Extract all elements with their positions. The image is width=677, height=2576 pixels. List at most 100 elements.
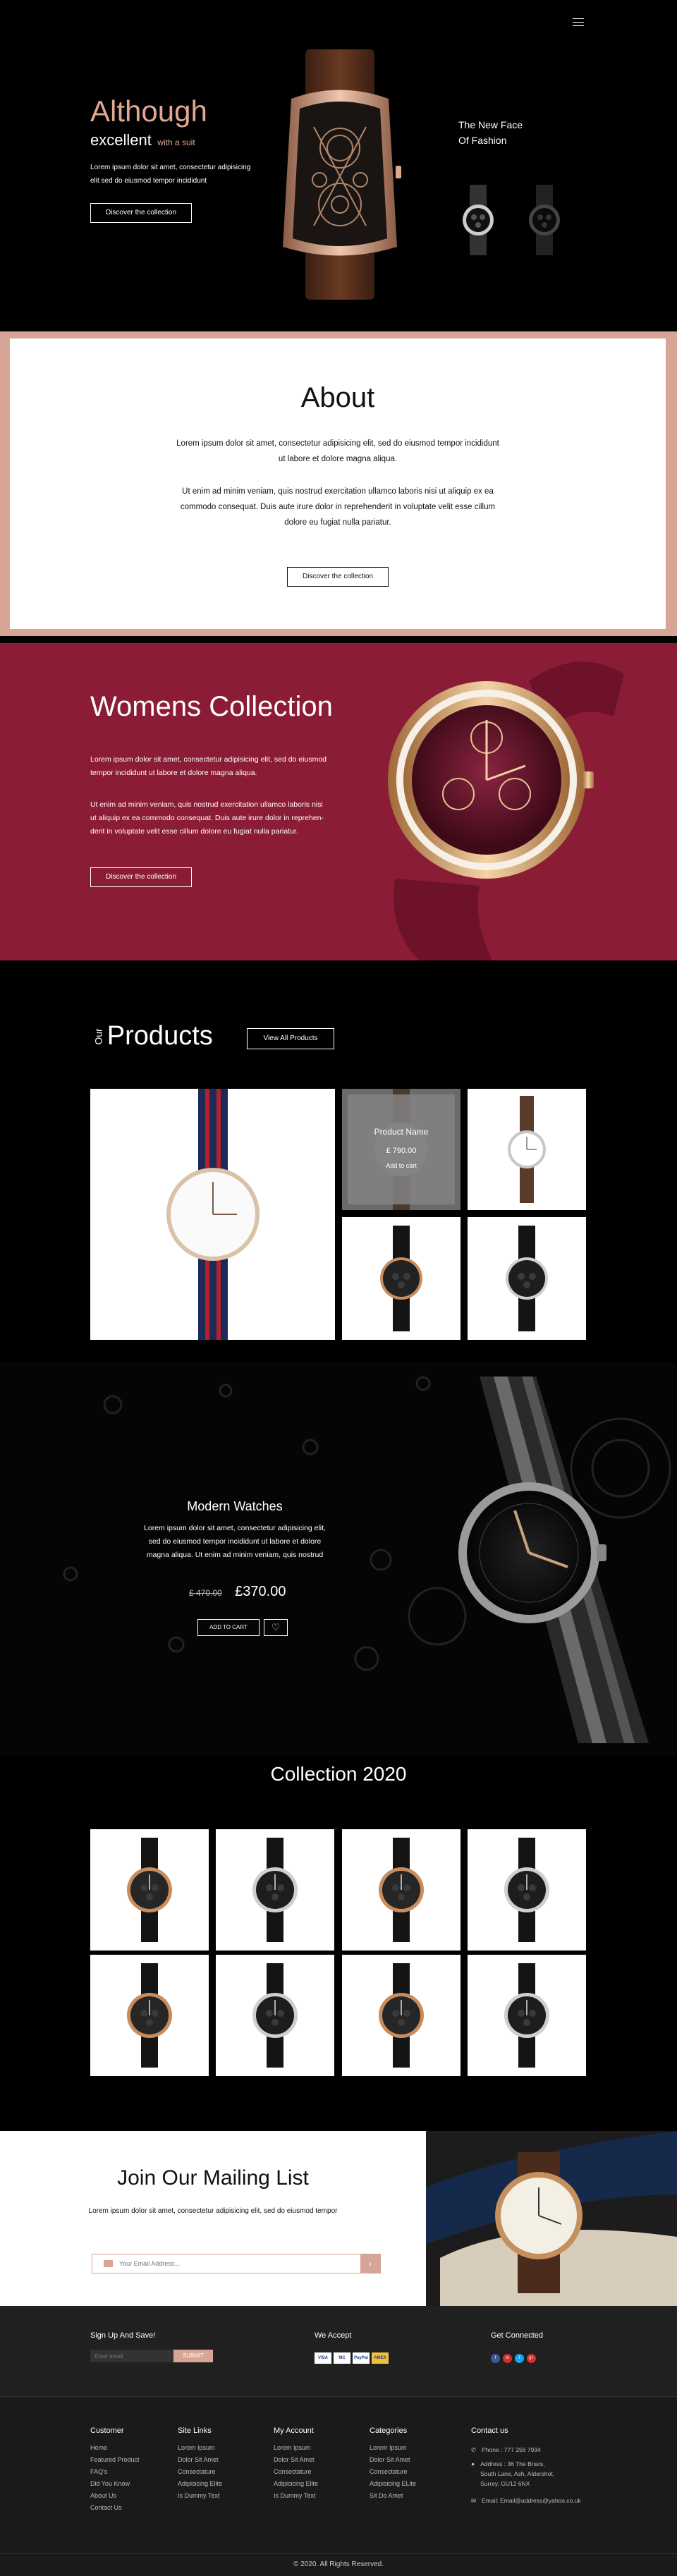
footer-link[interactable]: Dolor Sit Amet: [370, 2454, 416, 2466]
product-tile-hover[interactable]: Product Name £ 790.00 Add to cart: [342, 1089, 461, 1210]
collection-tile[interactable]: [468, 1955, 586, 2076]
modern-text: Lorem ipsum dolor sit amet, consectetur …: [126, 1522, 344, 1562]
footer-column-title: My Account: [274, 2427, 314, 2435]
modern-watch-image: [458, 1376, 649, 1743]
footer-link[interactable]: Sit Do Amet: [370, 2490, 416, 2502]
signup-submit-button[interactable]: SUBMIT: [173, 2350, 213, 2362]
footer-link[interactable]: Adipisicing Elite: [178, 2478, 222, 2490]
arrow-right-icon[interactable]: ›: [360, 2254, 380, 2273]
add-to-cart-button[interactable]: ADD TO CART: [197, 1619, 260, 1636]
womens-paragraph-1: Lorem ipsum dolor sit amet, consectetur …: [90, 753, 327, 780]
footer-link[interactable]: Is Dummy Text: [274, 2490, 318, 2502]
footer-link[interactable]: FAQ's: [90, 2466, 140, 2478]
hero-watch-image: [283, 49, 401, 300]
footer-link[interactable]: Dolor Sit Amet: [178, 2454, 222, 2466]
womens-cta-button[interactable]: Discover the collection: [90, 867, 192, 887]
hero-text: Lorem ipsum dolor sit amet, consectetur …: [90, 161, 250, 188]
collection-watch-image: [127, 1838, 172, 1942]
hero-cta-button[interactable]: Discover the collection: [90, 203, 192, 223]
mailing-form: ›: [92, 2254, 381, 2273]
modern-watches-section: Modern Watches Lorem ipsum dolor sit ame…: [0, 1362, 677, 1756]
silver-black-watch-image: [506, 1226, 548, 1331]
add-to-cart-link[interactable]: Add to cart: [348, 1162, 455, 1169]
hero-tagline-line: Of Fashion: [458, 135, 507, 146]
social-icon[interactable]: t: [515, 2354, 524, 2363]
signup-email-input[interactable]: [90, 2350, 173, 2362]
old-price: £ 470.00: [189, 1588, 222, 1598]
footer-column: My Account Lorem Ipsum Dolor Sit Amet Conse…: [274, 2427, 318, 2502]
womens-text-line: Ut enim ad minim veniam, quis nostrud ex…: [90, 800, 323, 809]
view-all-products-button[interactable]: View All Products: [247, 1028, 334, 1049]
womens-text-line: Lorem ipsum dolor sit amet, consectetur …: [90, 755, 327, 764]
product-tile-rose-black[interactable]: [342, 1217, 461, 1340]
payment-card-icon: MC: [334, 2352, 350, 2364]
envelope-icon: ✉: [471, 2497, 477, 2504]
footer-column: Customer Home Featured Product FAQ's Did You…: [90, 2427, 140, 2514]
hero-section: Although excellent with a suit Lorem ips…: [0, 0, 677, 324]
collection-tile[interactable]: [90, 1955, 209, 2076]
mailing-text: Lorem ipsum dolor sit amet, consectetur …: [88, 2207, 338, 2215]
small-watch-silver-image: [463, 185, 494, 255]
womens-text-line: tempor incididunt ut labore et dolore ma…: [90, 769, 257, 777]
footer-link[interactable]: Adipisicing ELite: [370, 2478, 416, 2490]
footer-column: Site Links Lorem Ipsum Dolor Sit Amet Conse…: [178, 2427, 222, 2502]
footer-link[interactable]: Lorem Ipsum: [274, 2442, 318, 2454]
social-icon[interactable]: f: [491, 2354, 500, 2363]
social-icon[interactable]: g+: [527, 2354, 536, 2363]
product-tile-large[interactable]: [90, 1089, 335, 1340]
collection-tile[interactable]: [216, 1955, 334, 2076]
social-icon[interactable]: in: [503, 2354, 512, 2363]
about-paragraph-1: Lorem ipsum dolor sit amet, consectetur …: [10, 436, 666, 467]
footer-link[interactable]: Consectature: [370, 2466, 416, 2478]
hero-title: Although: [90, 94, 207, 128]
product-overlay: Product Name £ 790.00 Add to cart: [348, 1094, 455, 1204]
collection-tile[interactable]: [468, 1829, 586, 1951]
hero-text-line: Lorem ipsum dolor sit amet, consectetur …: [90, 164, 251, 171]
about-text-line: Lorem ipsum dolor sit amet, consectetur …: [176, 439, 499, 448]
contact-block: ✆ Phone : 777 256 7934 ● Address : 36 The…: [471, 2445, 581, 2505]
social-icons: f in t g+: [491, 2350, 539, 2363]
footer-link[interactable]: Consectature: [178, 2466, 222, 2478]
about-cta-button[interactable]: Discover the collection: [287, 567, 389, 587]
mailing-watch-image: [426, 2131, 677, 2306]
hamburger-menu-icon[interactable]: [573, 18, 584, 27]
footer-link[interactable]: Home: [90, 2442, 140, 2454]
footer-link[interactable]: Dolor Sit Amet: [274, 2454, 318, 2466]
collection-watch-image: [504, 1963, 549, 2068]
modern-text-line: sed do eiusmod tempor incididunt ut labo…: [148, 1537, 322, 1546]
footer-link[interactable]: Consectature: [274, 2466, 318, 2478]
product-tile-silver-black[interactable]: [468, 1217, 586, 1340]
products-section: Our Products View All Products Product N…: [0, 960, 677, 1362]
footer-link[interactable]: Featured Product: [90, 2454, 140, 2466]
mailing-email-input[interactable]: [119, 2257, 331, 2270]
collection-tile[interactable]: [342, 1829, 461, 1951]
hero-text-line: elit sed do eiusmod tempor incididunt: [90, 177, 207, 185]
footer-link[interactable]: Contact Us: [90, 2502, 140, 2514]
email-text[interactable]: Email: Email@address@yahoo.co.uk: [482, 2497, 581, 2504]
about-text-line: Ut enim ad minim veniam, quis nostrud ex…: [182, 487, 494, 496]
footer-column-title: Categories: [370, 2427, 408, 2435]
heart-icon[interactable]: ♡: [264, 1619, 288, 1636]
modern-text-line: magna aliqua. Ut enim ad minim veniam, q…: [146, 1551, 324, 1559]
footer-divider: [0, 2553, 677, 2554]
footer-link[interactable]: About Us: [90, 2490, 140, 2502]
footer-link[interactable]: Lorem Ipsum: [370, 2442, 416, 2454]
footer-link[interactable]: Adipisicing Elite: [274, 2478, 318, 2490]
address-line: Surrey, GU12 6NX: [480, 2480, 530, 2487]
footer-link[interactable]: Lorem Ipsum: [178, 2442, 222, 2454]
footer-link[interactable]: Is Dummy Text: [178, 2490, 222, 2502]
mailing-title: Join Our Mailing List: [117, 2166, 309, 2190]
contact-address: ● Address : 36 The Briars, South Lane, A…: [471, 2459, 581, 2489]
current-price: £370.00: [235, 1584, 286, 1599]
address-line: South Lane, Ash, Aldershot,: [480, 2470, 555, 2477]
location-icon: ●: [471, 2460, 475, 2467]
phone-icon: ✆: [471, 2446, 477, 2453]
footer-link[interactable]: Did You Know: [90, 2478, 140, 2490]
collection-tile[interactable]: [342, 1955, 461, 2076]
collection-tile[interactable]: [216, 1829, 334, 1951]
womens-watch-image: [388, 661, 624, 960]
product-tile-brown-strap[interactable]: [468, 1089, 586, 1210]
phone-text: Phone : 777 256 7934: [482, 2446, 541, 2453]
collection-tile[interactable]: [90, 1829, 209, 1951]
contact-email: ✉ Email: Email@address@yahoo.co.uk: [471, 2496, 581, 2505]
